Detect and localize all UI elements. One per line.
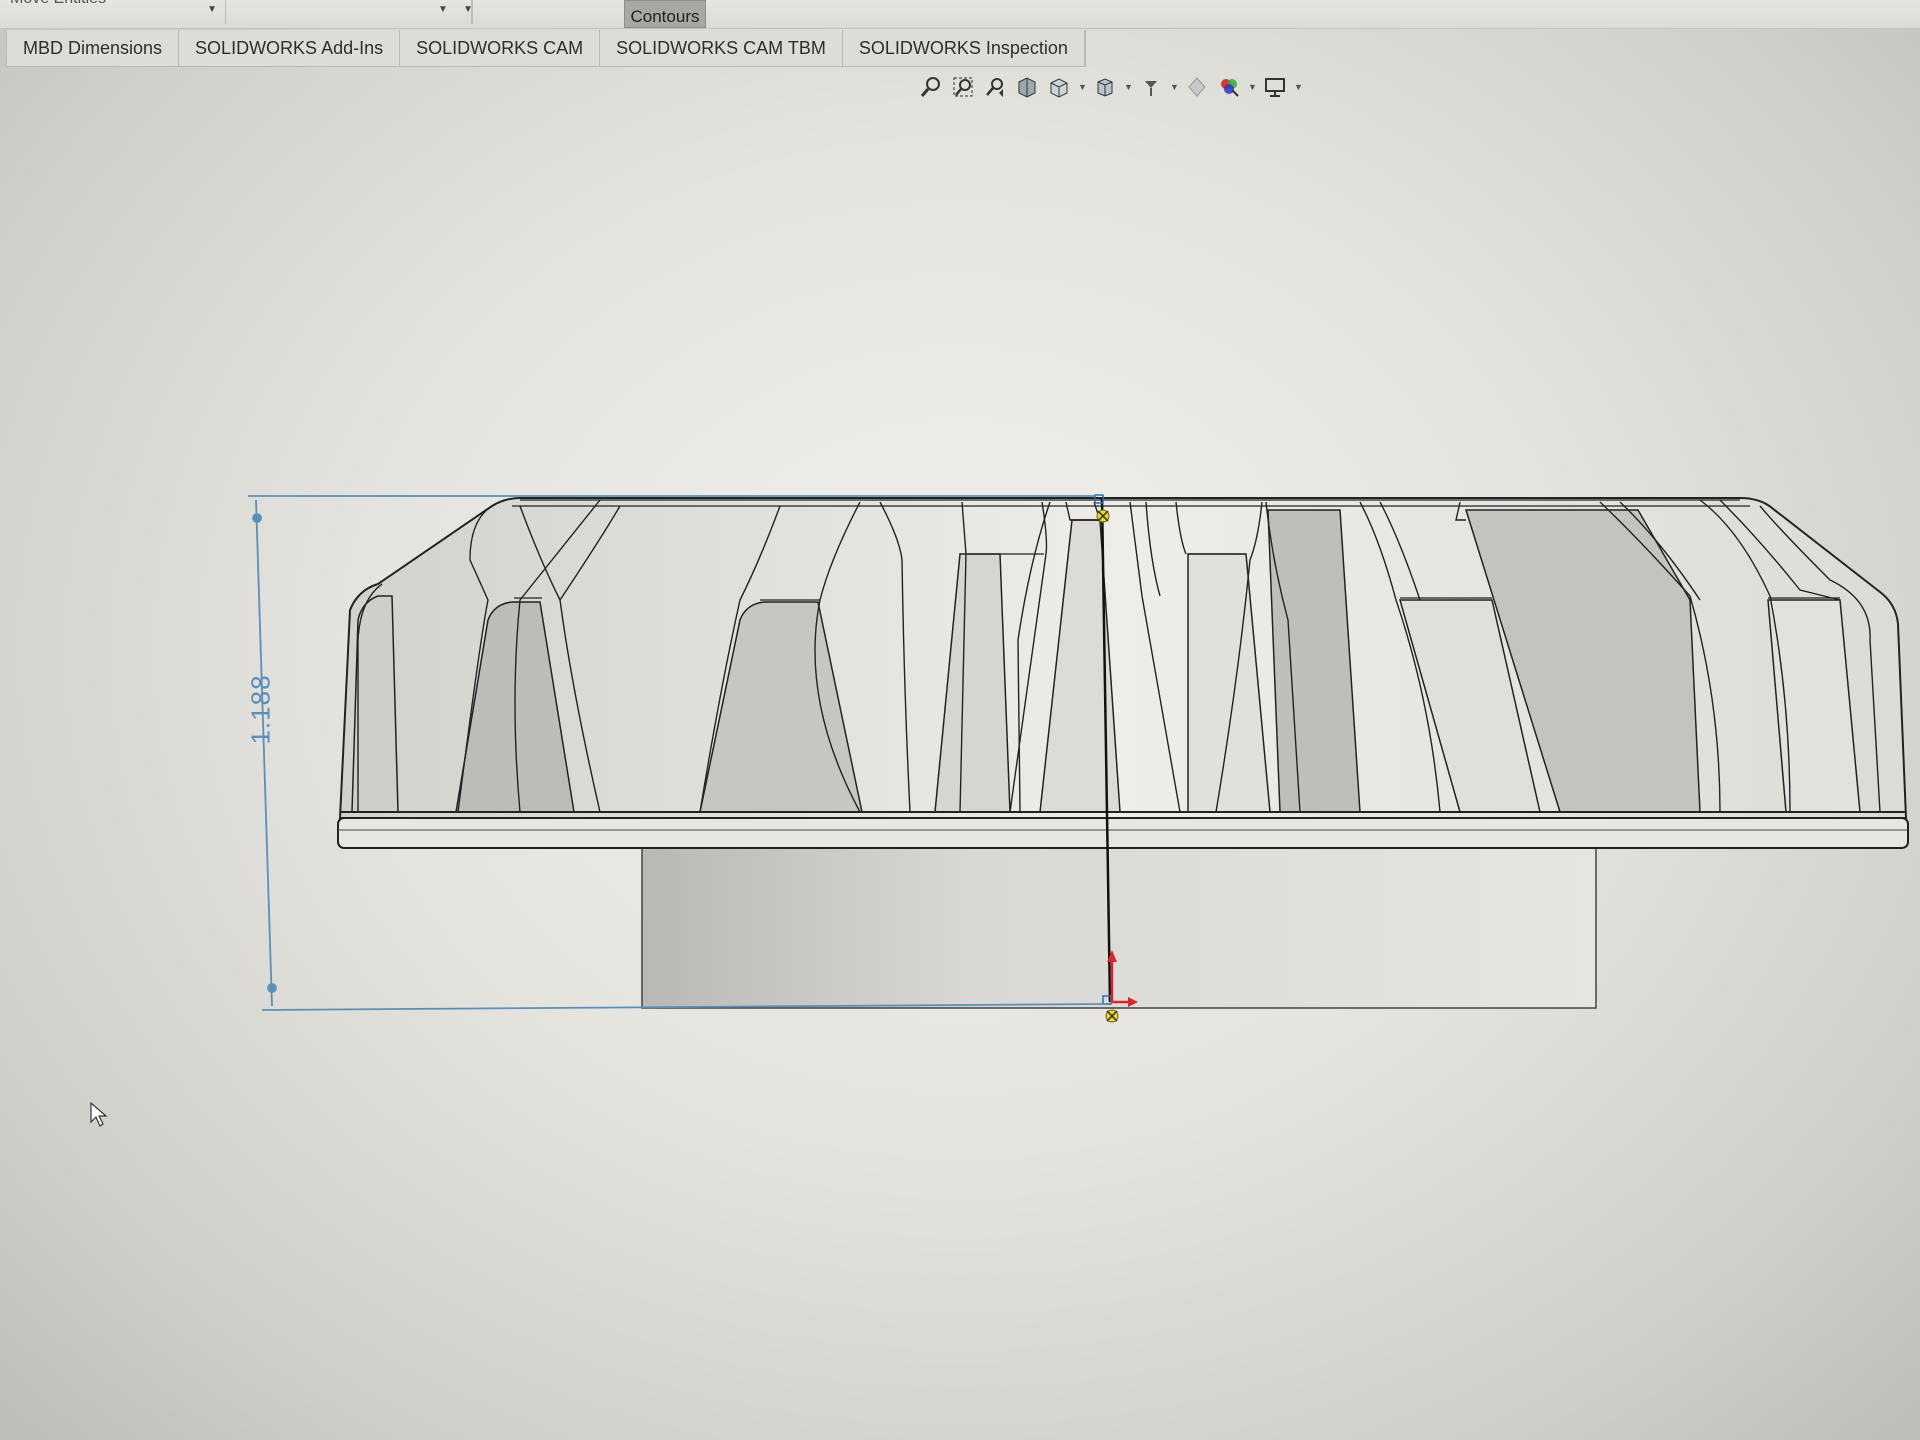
base-flange[interactable] <box>337 817 1909 849</box>
sketch-relation-icon[interactable] <box>1096 509 1110 523</box>
graphics-area[interactable] <box>0 0 1920 1440</box>
mouse-pointer-icon <box>90 1101 108 1133</box>
hub-boss[interactable] <box>641 845 1597 1009</box>
dimension-value-text[interactable]: 1.188 <box>246 674 277 744</box>
